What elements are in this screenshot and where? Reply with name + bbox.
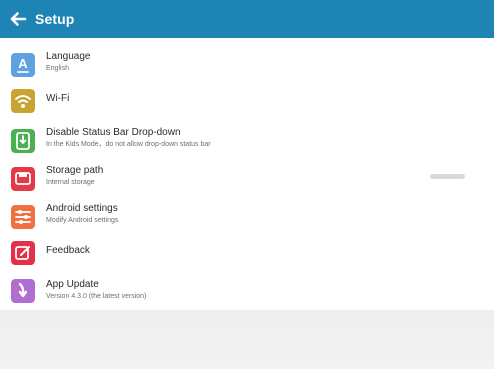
settings-item-storage-path[interactable]: Storage path Internal storage: [0, 160, 494, 198]
screen-glare: [430, 174, 465, 179]
app-bar: Setup: [0, 0, 494, 38]
settings-item-subtitle: Modify Android settings: [46, 217, 119, 224]
settings-item-disable-status-bar[interactable]: Disable Status Bar Drop-down In the Kids…: [0, 122, 494, 160]
settings-item-app-update[interactable]: App Update Version 4.3.0 (the latest ver…: [0, 274, 494, 312]
settings-item-label: Wi-Fi: [46, 93, 70, 104]
settings-item-label: Language: [46, 51, 91, 62]
storage-icon: [11, 167, 35, 191]
settings-list: A Language English Wi-Fi Disable Status …: [0, 38, 494, 310]
status-bar-icon: [11, 129, 35, 153]
settings-item-android-settings[interactable]: Android settings Modify Android settings: [0, 198, 494, 236]
back-button[interactable]: [0, 0, 28, 38]
empty-footer-area: [0, 310, 494, 369]
settings-item-subtitle: Version 4.3.0 (the latest version): [46, 293, 147, 300]
language-icon-letter: A: [18, 56, 28, 71]
setup-screen: Setup A Language English Wi-Fi Disable S…: [0, 0, 494, 369]
settings-item-label: Android settings: [46, 203, 118, 214]
wifi-icon: [11, 89, 35, 113]
settings-item-subtitle: Internal storage: [46, 179, 95, 186]
language-icon: A: [11, 53, 35, 77]
settings-item-subtitle: In the Kids Mode，do not allow drop-down …: [46, 141, 211, 148]
back-arrow-icon: [10, 12, 27, 26]
settings-item-feedback[interactable]: Feedback: [0, 236, 494, 274]
settings-item-subtitle: English: [46, 65, 69, 72]
feedback-icon: [11, 241, 35, 265]
settings-item-label: Feedback: [46, 245, 90, 256]
sliders-icon: [11, 205, 35, 229]
settings-item-label: Disable Status Bar Drop-down: [46, 127, 181, 138]
page-title: Setup: [35, 11, 75, 27]
storage-icon-bg: [11, 167, 35, 191]
app-update-icon: [11, 279, 35, 303]
settings-item-label: Storage path: [46, 165, 104, 176]
settings-item-label: App Update: [46, 279, 99, 290]
settings-item-language[interactable]: A Language English: [0, 46, 494, 84]
settings-item-wifi[interactable]: Wi-Fi: [0, 84, 494, 122]
